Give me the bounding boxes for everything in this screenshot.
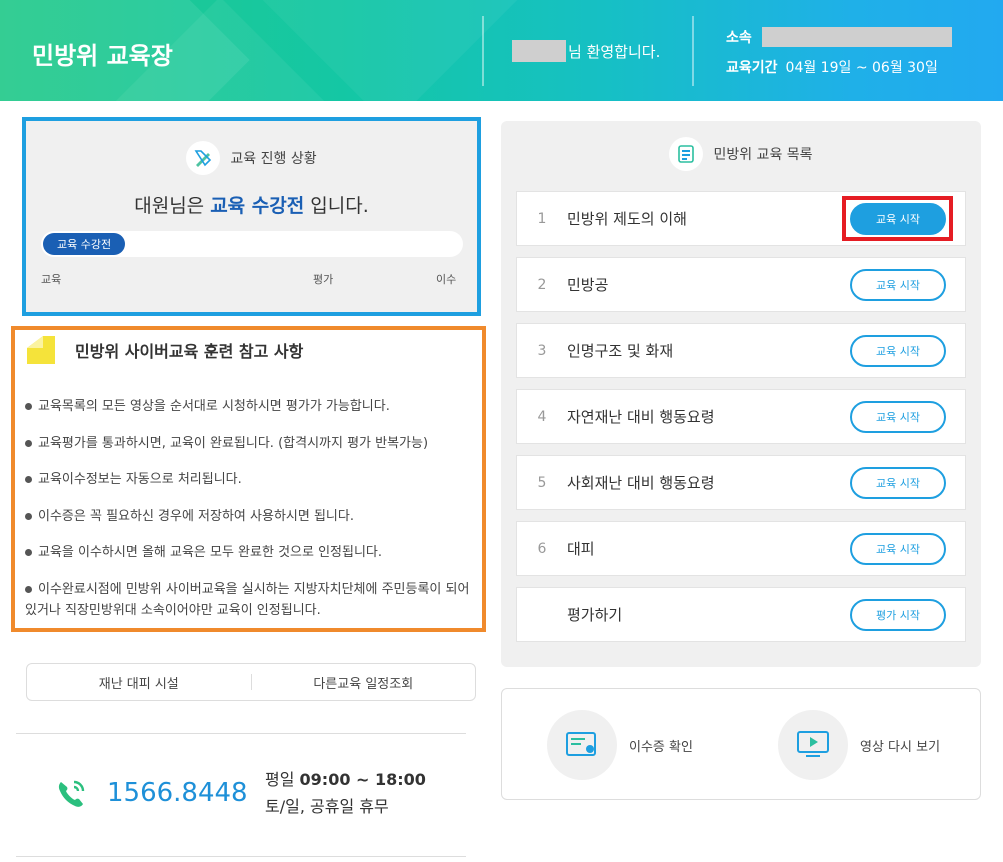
course-number: 3 [537, 342, 547, 359]
business-hours: 평일 09:00 ~ 18:00 토/일, 공휴일 휴무 [265, 766, 426, 820]
course-row: 2 민방공 교육 시작 [516, 257, 966, 312]
start-course-button[interactable]: 교육 시작 [850, 466, 946, 499]
progress-msg-status: 교육 수강전 [210, 195, 305, 217]
period-label: 교육기간 [726, 60, 778, 76]
course-row: 6 대피 교육 시작 [516, 521, 966, 576]
course-title: 민방공 [567, 276, 609, 294]
certificate-icon [547, 710, 617, 780]
notice-item: 교육이수정보는 자동으로 처리됩니다. [25, 469, 485, 490]
period-value: 04월 19일 ~ 06월 30일 [785, 60, 938, 76]
header-divider [482, 16, 484, 86]
course-title: 대피 [567, 540, 595, 558]
education-period: 교육기간 04월 19일 ~ 06월 30일 [726, 57, 938, 77]
course-title: 인명구조 및 화재 [567, 342, 674, 360]
start-course-button[interactable]: 교육 시작 [850, 334, 946, 367]
notice-list: 교육목록의 모든 영상을 순서대로 시청하시면 평가가 가능합니다. 교육평가를… [25, 396, 485, 636]
redacted-name [512, 40, 566, 62]
phone-number: 1566.8448 [107, 778, 248, 808]
course-title: 민방위 제도의 이해 [567, 210, 687, 228]
progress-message: 대원님은 교육 수강전 입니다. [26, 191, 477, 218]
progress-msg-suffix: 입니다. [304, 195, 369, 217]
action-panel: 이수증 확인 영상 다시 보기 [501, 688, 981, 800]
other-schedule-link[interactable]: 다른교육 일정조회 [252, 673, 476, 692]
course-row: 5 사회재난 대비 행동요령 교육 시작 [516, 455, 966, 510]
redacted-affiliation [761, 27, 952, 47]
progress-panel: 교육 진행 상황 대원님은 교육 수강전 입니다. 교육 수강전 교육 평가 이… [22, 117, 481, 316]
sticky-note-icon [27, 336, 55, 364]
divider [16, 856, 466, 857]
certificate-button[interactable]: 이수증 확인 [547, 710, 693, 780]
course-row: 평가하기 평가 시작 [516, 587, 966, 642]
start-evaluation-button[interactable]: 평가 시작 [850, 598, 946, 631]
course-row: 4 자연재난 대비 행동요령 교육 시작 [516, 389, 966, 444]
stage-label-evaluation: 평가 [313, 273, 334, 286]
welcome-message: 님 환영합니다. [512, 40, 660, 62]
course-title: 자연재난 대비 행동요령 [567, 408, 715, 426]
highlight-box [842, 196, 953, 241]
start-course-button[interactable]: 교육 시작 [850, 532, 946, 565]
progress-heading-text: 교육 진행 상황 [230, 151, 317, 167]
pencil-ruler-icon [186, 141, 221, 175]
site-title: 민방위 교육장 [32, 42, 173, 70]
course-list-heading-text: 민방위 교육 목록 [713, 147, 813, 163]
notice-item: 교육평가를 통과하시면, 교육이 완료됩니다. (합격시까지 평가 반복가능) [25, 433, 485, 454]
welcome-text: 님 환영합니다. [568, 42, 661, 61]
weekday-label: 평일 [265, 770, 300, 789]
stage-label-education: 교육 [41, 273, 62, 286]
course-number: 5 [537, 474, 547, 491]
course-number: 6 [537, 540, 547, 557]
course-list-heading: 민방위 교육 목록 [501, 137, 981, 171]
stage-label-complete: 이수 [436, 273, 457, 286]
course-number: 4 [537, 408, 547, 425]
certificate-label: 이수증 확인 [629, 739, 693, 755]
header: 민방위 교육장 님 환영합니다. 소속 교육기간 04월 19일 ~ 06월 30… [0, 0, 1003, 101]
list-icon [669, 137, 704, 171]
divider [16, 733, 466, 734]
course-title: 사회재난 대비 행동요령 [567, 474, 715, 492]
course-title: 평가하기 [567, 606, 623, 624]
phone-icon [58, 780, 85, 807]
progress-msg-prefix: 대원님은 [134, 195, 211, 217]
start-course-button[interactable]: 교육 시작 [850, 268, 946, 301]
course-number: 2 [537, 276, 547, 293]
notice-item: 이수증은 꼭 필요하신 경우에 저장하여 사용하시면 됩니다. [25, 506, 485, 527]
notice-item: 이수완료시점에 민방위 사이버교육을 실시하는 지방자치단체에 주민등록이 되어… [25, 581, 470, 618]
notice-item: 교육을 이수하시면 올해 교육은 모두 완료한 것으로 인정됩니다. [25, 542, 485, 563]
replay-video-button[interactable]: 영상 다시 보기 [778, 710, 940, 780]
progress-heading: 교육 진행 상황 [26, 141, 477, 175]
start-course-button[interactable]: 교육 시작 [850, 400, 946, 433]
affiliation: 소속 [726, 27, 952, 47]
notice-title: 민방위 사이버교육 훈련 참고 사항 [75, 342, 304, 361]
progress-bar-fill: 교육 수강전 [43, 233, 126, 255]
affiliation-label: 소속 [726, 30, 752, 46]
replay-label: 영상 다시 보기 [860, 739, 941, 755]
progress-bar: 교육 수강전 [41, 231, 463, 257]
shortcut-bar: 재난 대피 시설 다른교육 일정조회 [26, 663, 476, 701]
weekend-notice: 토/일, 공휴일 휴무 [265, 797, 389, 816]
notice-panel: 민방위 사이버교육 훈련 참고 사항 교육목록의 모든 영상을 순서대로 시청하… [11, 326, 486, 632]
monitor-play-icon [778, 710, 848, 780]
disaster-shelter-link[interactable]: 재난 대피 시설 [27, 673, 251, 692]
weekday-hours: 09:00 ~ 18:00 [299, 770, 426, 789]
course-number: 1 [537, 210, 547, 227]
notice-item: 교육목록의 모든 영상을 순서대로 시청하시면 평가가 가능합니다. [25, 396, 485, 417]
course-row: 3 인명구조 및 화재 교육 시작 [516, 323, 966, 378]
header-divider [692, 16, 694, 86]
